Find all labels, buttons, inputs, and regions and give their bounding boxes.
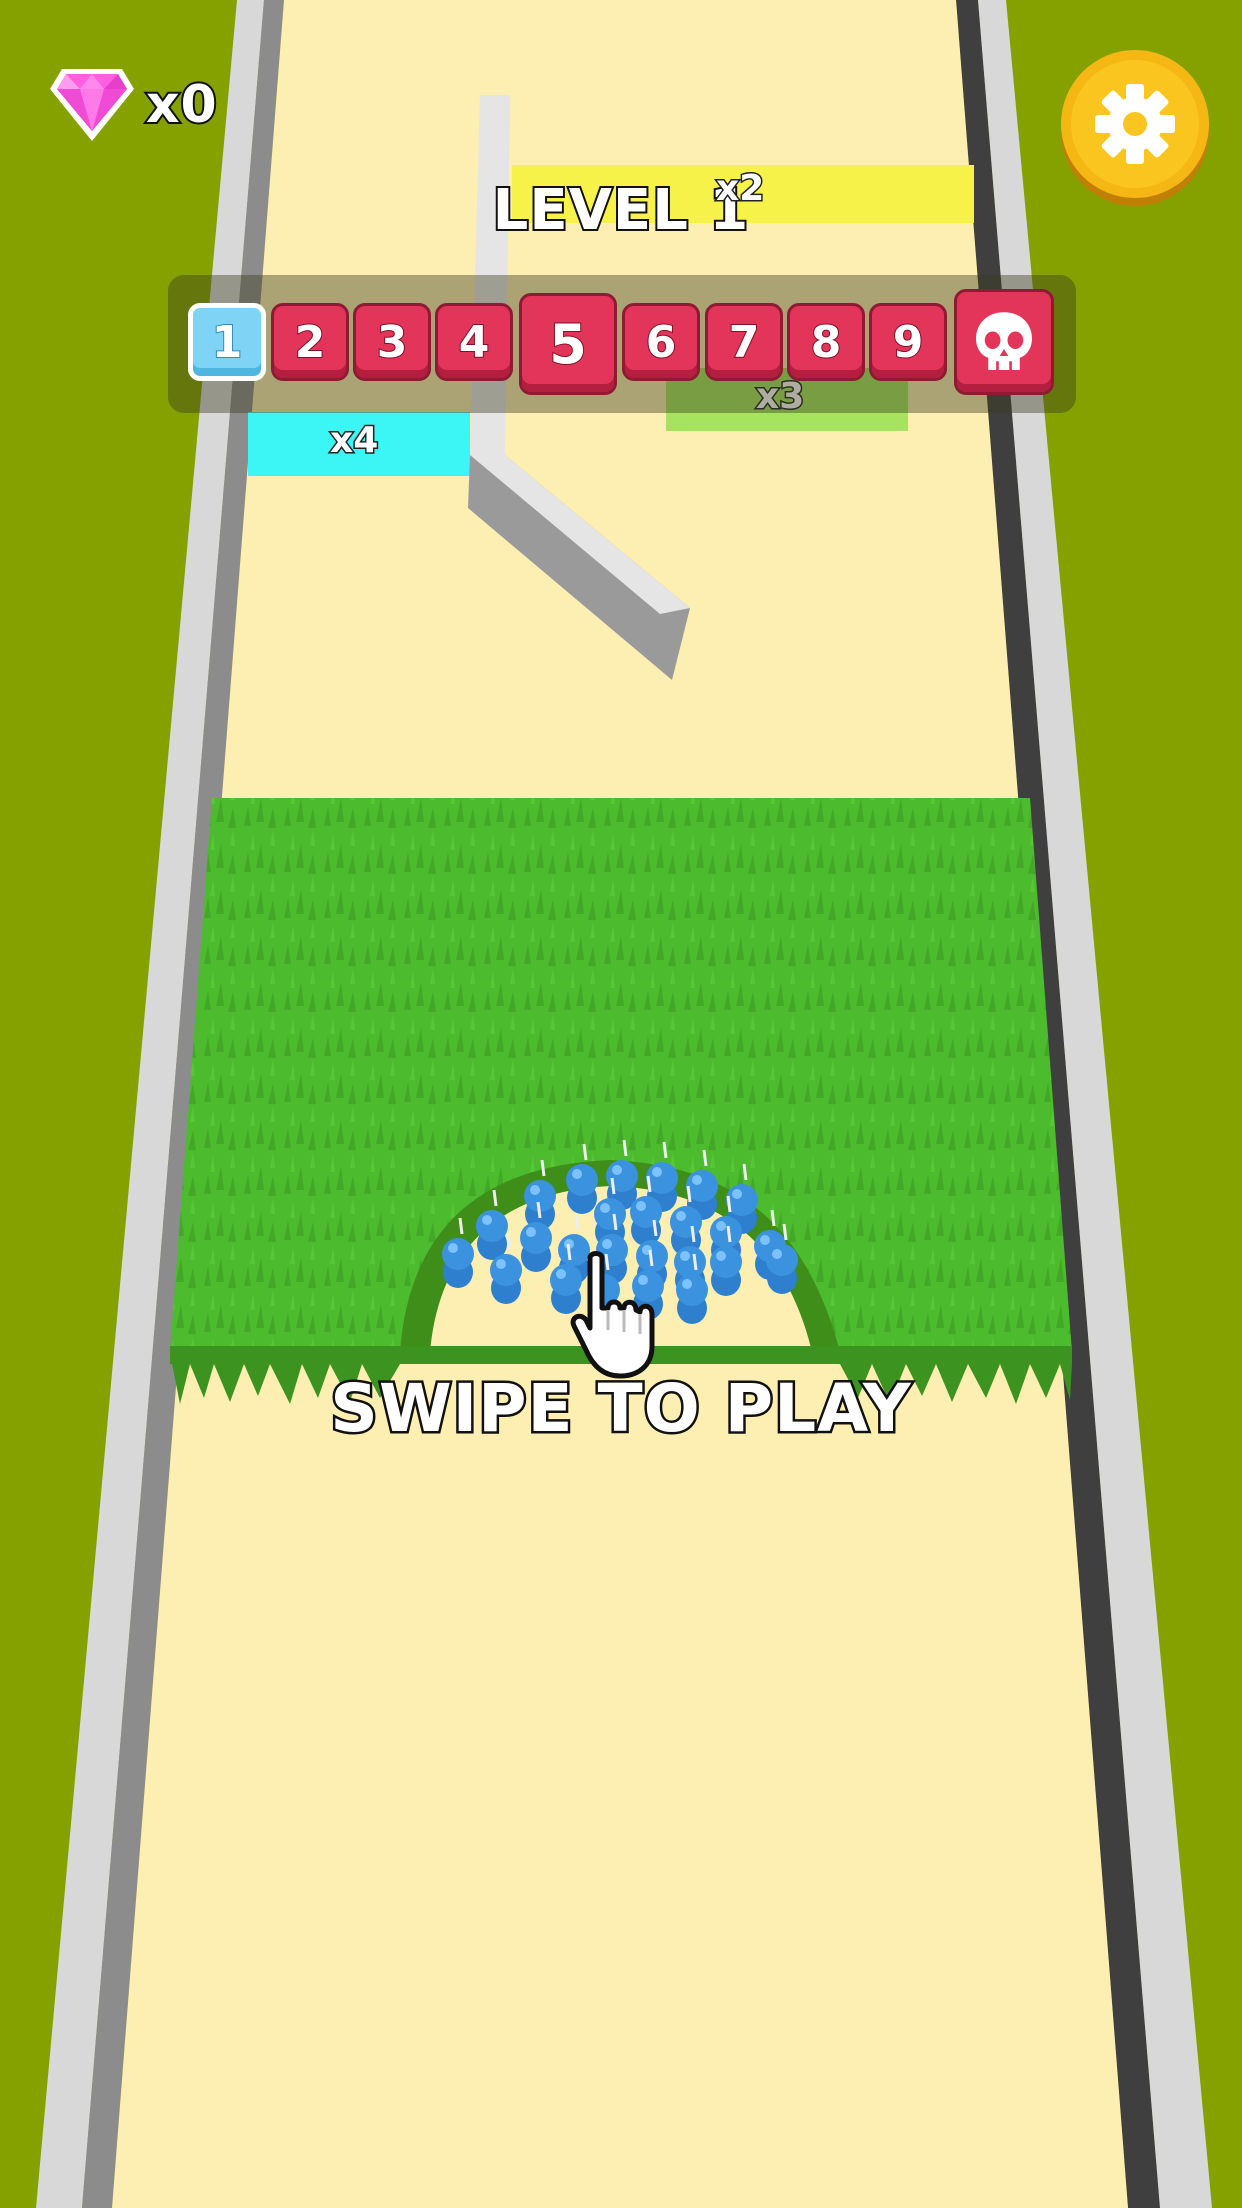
level-tile-boss xyxy=(954,289,1054,395)
level-tile-7: 7 xyxy=(705,303,783,381)
level-tile-2: 2 xyxy=(271,303,349,381)
skull-icon xyxy=(976,312,1032,370)
level-tile-3: 3 xyxy=(353,303,431,381)
gem-count: x0 xyxy=(144,73,219,137)
level-progress-bar: 1 2 3 4 5 6 7 8 9 xyxy=(168,275,1076,413)
pointing-hand-icon xyxy=(570,1251,655,1379)
level-tile-6: 6 xyxy=(622,303,700,381)
level-tile-9: 9 xyxy=(869,303,947,381)
gem-counter: x0 xyxy=(48,60,219,150)
level-tile-5: 5 xyxy=(519,293,617,395)
multiplier-label-x2: x2 xyxy=(714,167,765,211)
swipe-to-play-prompt: SWIPE TO PLAY xyxy=(328,1368,913,1450)
level-tile-8: 8 xyxy=(787,303,865,381)
multiplier-label-x4: x4 xyxy=(328,419,379,463)
level-title: LEVEL 1 xyxy=(491,176,751,245)
level-tile-4: 4 xyxy=(435,303,513,381)
level-tile-1: 1 xyxy=(188,303,266,381)
gem-icon xyxy=(50,69,134,141)
